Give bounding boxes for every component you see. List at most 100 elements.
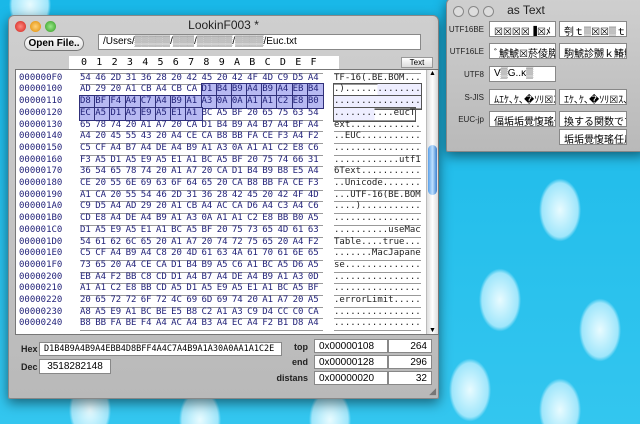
hex-byte[interactable]: EC bbox=[232, 318, 247, 330]
hex-byte[interactable]: A3 bbox=[186, 213, 201, 225]
hex-byte[interactable]: A7 bbox=[186, 237, 201, 249]
hex-byte[interactable]: E9 bbox=[217, 283, 232, 295]
hex-byte[interactable]: BE bbox=[156, 307, 171, 319]
hex-byte[interactable]: A4 bbox=[308, 120, 323, 132]
hex-byte[interactable]: 54 bbox=[80, 237, 95, 249]
hex-byte[interactable]: A5 bbox=[308, 213, 323, 225]
hex-byte[interactable]: B0 bbox=[293, 213, 308, 225]
hex-byte[interactable]: A1 bbox=[247, 143, 262, 155]
hex-byte[interactable]: A1 bbox=[126, 307, 141, 319]
hex-byte[interactable]: 65 bbox=[95, 295, 110, 307]
hex-byte[interactable]: BF bbox=[232, 108, 247, 120]
hex-byte[interactable]: C8 bbox=[156, 248, 171, 260]
hex-byte[interactable]: C8 bbox=[141, 272, 156, 284]
text-button[interactable]: Text bbox=[401, 57, 433, 68]
hex-byte[interactable]: 6C bbox=[126, 237, 141, 249]
hex-byte[interactable]: A4 bbox=[217, 272, 232, 284]
hex-byte[interactable]: 73 bbox=[80, 260, 95, 272]
hex-byte[interactable]: A4 bbox=[154, 95, 173, 109]
hex-byte[interactable]: BB bbox=[277, 213, 292, 225]
hex-byte[interactable]: A1 bbox=[262, 143, 277, 155]
hex-byte[interactable]: 42 bbox=[232, 190, 247, 202]
hex-byte[interactable]: F2 bbox=[262, 318, 277, 330]
hex-byte[interactable]: 66 bbox=[293, 155, 308, 167]
hex-byte[interactable]: B8 bbox=[277, 166, 292, 178]
hex-byte[interactable]: F3 bbox=[277, 131, 292, 143]
hex-byte[interactable]: D1 bbox=[186, 283, 201, 295]
hex-byte[interactable]: D1 bbox=[171, 272, 186, 284]
hex-byte[interactable]: A1 bbox=[185, 95, 203, 109]
hex-byte[interactable]: BB bbox=[262, 178, 277, 190]
hex-byte[interactable]: BC bbox=[141, 307, 156, 319]
hex-byte[interactable]: B8 bbox=[80, 318, 95, 330]
text-field[interactable]: V▒G..ĸ▒ bbox=[489, 66, 556, 82]
text-field[interactable]: 刳ｔ▒☒☒▒ｔ鮭 bbox=[559, 21, 627, 37]
hex-byte[interactable]: 65 bbox=[262, 237, 277, 249]
hex-byte[interactable]: CE bbox=[186, 131, 201, 143]
hex-byte[interactable]: E1 bbox=[141, 225, 156, 237]
hex-byte[interactable]: 20 bbox=[293, 295, 308, 307]
hex-byte[interactable]: 65 bbox=[308, 248, 323, 260]
hex-byte[interactable]: A1 bbox=[246, 95, 264, 109]
hex-byte[interactable]: A4 bbox=[247, 120, 262, 132]
hex-byte[interactable]: D1 bbox=[200, 83, 218, 98]
hex-byte[interactable]: A5 bbox=[277, 260, 292, 272]
hex-byte[interactable]: C2 bbox=[202, 307, 217, 319]
hex-byte[interactable]: 20 bbox=[202, 237, 217, 249]
hex-byte[interactable]: 45 bbox=[110, 131, 125, 143]
hex-byte[interactable]: D8 bbox=[78, 95, 97, 109]
text-field[interactable]: ﾞ鯱鯱☒菸倰膵艀 bbox=[489, 43, 556, 59]
hex-byte[interactable]: 75 bbox=[277, 108, 292, 120]
hex-byte[interactable]: B9 bbox=[126, 248, 141, 260]
hex-byte[interactable]: BF bbox=[232, 155, 247, 167]
hex-byte[interactable]: A4 bbox=[80, 131, 95, 143]
hex-byte[interactable]: A4 bbox=[110, 143, 125, 155]
hex-byte[interactable]: 75 bbox=[247, 237, 262, 249]
hex-byte[interactable]: 74 bbox=[277, 155, 292, 167]
hex-byte[interactable]: A7 bbox=[277, 295, 292, 307]
hex-byte[interactable]: 20 bbox=[80, 295, 95, 307]
hex-byte[interactable]: C3 bbox=[277, 201, 292, 213]
hex-byte[interactable]: 20 bbox=[95, 178, 110, 190]
hex-byte[interactable]: 4D bbox=[186, 248, 201, 260]
hex-byte[interactable]: A3 bbox=[217, 143, 232, 155]
hex-byte[interactable]: E8 bbox=[291, 95, 309, 109]
hex-byte[interactable]: 20 bbox=[202, 166, 217, 178]
hex-byte[interactable]: BF bbox=[94, 95, 112, 109]
hex-byte[interactable]: A4 bbox=[308, 318, 323, 330]
text-field[interactable]: 垢垢覺愎瑤任后◀ bbox=[559, 129, 627, 145]
hex-byte[interactable]: BB bbox=[232, 131, 247, 143]
hex-byte[interactable]: F4 bbox=[109, 95, 127, 109]
hex-byte[interactable]: 78 bbox=[95, 120, 110, 132]
hex-byte[interactable]: CE bbox=[262, 131, 277, 143]
hex-byte[interactable]: 46 bbox=[156, 190, 171, 202]
hex-byte[interactable]: B8 bbox=[186, 307, 201, 319]
end-hex-field[interactable]: 0x00000128 bbox=[314, 355, 388, 369]
hex-byte[interactable]: 6F bbox=[171, 178, 186, 190]
hex-byte[interactable]: E9 bbox=[110, 225, 125, 237]
hex-byte[interactable]: BC bbox=[202, 108, 217, 120]
hex-byte[interactable]: C0 bbox=[293, 307, 308, 319]
hex-byte[interactable]: A1 bbox=[232, 213, 247, 225]
hex-byte[interactable]: 69 bbox=[217, 295, 232, 307]
hex-byte[interactable]: A5 bbox=[94, 106, 112, 121]
hex-byte[interactable]: A1 bbox=[262, 295, 277, 307]
hex-byte[interactable]: C9 bbox=[247, 307, 262, 319]
hex-byte[interactable]: A1 bbox=[185, 106, 203, 121]
hex-byte[interactable]: B7 bbox=[126, 143, 141, 155]
hex-byte[interactable]: A4 bbox=[141, 143, 156, 155]
scroll-thumb[interactable] bbox=[428, 145, 437, 195]
hex-byte[interactable]: B7 bbox=[262, 120, 277, 132]
hex-byte[interactable]: C7 bbox=[139, 95, 157, 109]
hex-byte[interactable]: 63 bbox=[293, 108, 308, 120]
hex-byte[interactable]: 4D bbox=[308, 190, 323, 202]
hex-byte[interactable]: BE bbox=[126, 318, 141, 330]
hex-byte[interactable]: 36 bbox=[141, 73, 156, 85]
hex-byte[interactable]: A4 bbox=[293, 201, 308, 213]
hex-byte[interactable]: F2 bbox=[110, 272, 125, 284]
hex-byte[interactable]: A1 bbox=[171, 237, 186, 249]
hex-byte[interactable]: 2D bbox=[110, 73, 125, 85]
text-field[interactable]: 換する関数です。 bbox=[559, 111, 627, 127]
hex-byte[interactable]: DE bbox=[232, 272, 247, 284]
hex-byte[interactable]: A5 bbox=[154, 106, 173, 121]
